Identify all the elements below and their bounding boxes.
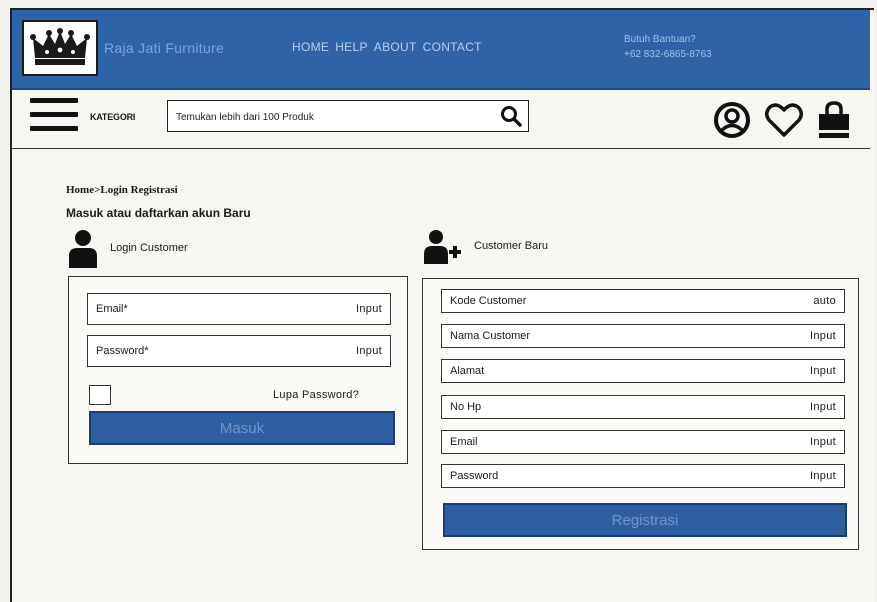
alamat-label: Alamat [450, 365, 485, 377]
kode-customer-value: auto [813, 295, 836, 307]
register-email-label: Email [450, 436, 478, 448]
password-label: Password* [96, 345, 149, 357]
register-password-label: Password [450, 470, 499, 482]
no-hp-label: No Hp [450, 401, 482, 413]
nav-about[interactable]: ABOUT [374, 40, 417, 54]
nav-help[interactable]: HELP [335, 40, 368, 54]
email-input[interactable]: Input [356, 303, 382, 315]
brand-name: Raja Jati Furniture [104, 40, 225, 56]
register-panel: Kode Customer auto Nama Customer Input A… [422, 278, 859, 550]
register-password-field[interactable]: Password Input [441, 464, 845, 488]
register-title: Customer Baru [474, 240, 548, 252]
remember-checkbox[interactable] [89, 385, 111, 405]
login-button[interactable]: Masuk [89, 411, 395, 445]
breadcrumb[interactable]: Home>Login Registrasi [66, 184, 178, 196]
logo[interactable] [22, 20, 98, 76]
alamat-input[interactable]: Input [810, 365, 836, 377]
nama-customer-field[interactable]: Nama Customer Input [441, 324, 845, 348]
login-header: Login Customer [68, 228, 188, 268]
search-row: KATEGORI [12, 90, 870, 149]
hamburger-icon[interactable] [30, 98, 78, 138]
register-email-field[interactable]: Email Input [441, 430, 845, 454]
page-title: Masuk atau daftarkan akun Baru [66, 206, 251, 220]
kategori-label[interactable]: KATEGORI [90, 112, 135, 122]
no-hp-field[interactable]: No Hp Input [441, 395, 845, 419]
search-box [167, 100, 529, 132]
login-title: Login Customer [110, 242, 188, 254]
nav-contact[interactable]: CONTACT [423, 40, 482, 54]
nav-home[interactable]: HOME [292, 40, 329, 54]
action-icons [712, 100, 852, 145]
register-email-input[interactable]: Input [810, 436, 836, 448]
password-field[interactable]: Password* Input [87, 335, 391, 367]
kode-customer-field[interactable]: Kode Customer auto [441, 289, 845, 313]
add-user-icon [424, 230, 461, 264]
register-button[interactable]: Registrasi [443, 503, 847, 537]
top-header: Raja Jati Furniture HOME HELP ABOUT CONT… [12, 10, 870, 90]
help-phone[interactable]: +62 832-6865-8763 [624, 47, 712, 62]
email-field[interactable]: Email* Input [87, 293, 391, 325]
register-password-input[interactable]: Input [810, 470, 836, 482]
search-icon[interactable] [500, 105, 522, 132]
user-icon [69, 230, 97, 268]
crown-icon [30, 28, 90, 65]
register-header: Customer Baru [424, 228, 548, 264]
no-hp-input[interactable]: Input [810, 401, 836, 413]
search-input[interactable] [174, 107, 478, 127]
user-icon[interactable] [712, 100, 752, 145]
main-nav: HOME HELP ABOUT CONTACT [292, 40, 482, 54]
kode-customer-label: Kode Customer [450, 295, 527, 307]
shopping-bag-icon[interactable] [816, 100, 852, 145]
nama-customer-input[interactable]: Input [810, 330, 836, 342]
heart-icon[interactable] [764, 101, 804, 144]
login-panel: Email* Input Password* Input Lupa Passwo… [68, 276, 408, 464]
nama-customer-label: Nama Customer [450, 330, 531, 342]
alamat-field[interactable]: Alamat Input [441, 359, 845, 383]
help-title: Butuh Bantuan? [624, 34, 696, 45]
password-input[interactable]: Input [356, 345, 382, 357]
email-label: Email* [96, 303, 128, 315]
help-contact: Butuh Bantuan? +62 832-6865-8763 [624, 32, 712, 62]
forgot-password-link[interactable]: Lupa Password? [273, 389, 359, 401]
